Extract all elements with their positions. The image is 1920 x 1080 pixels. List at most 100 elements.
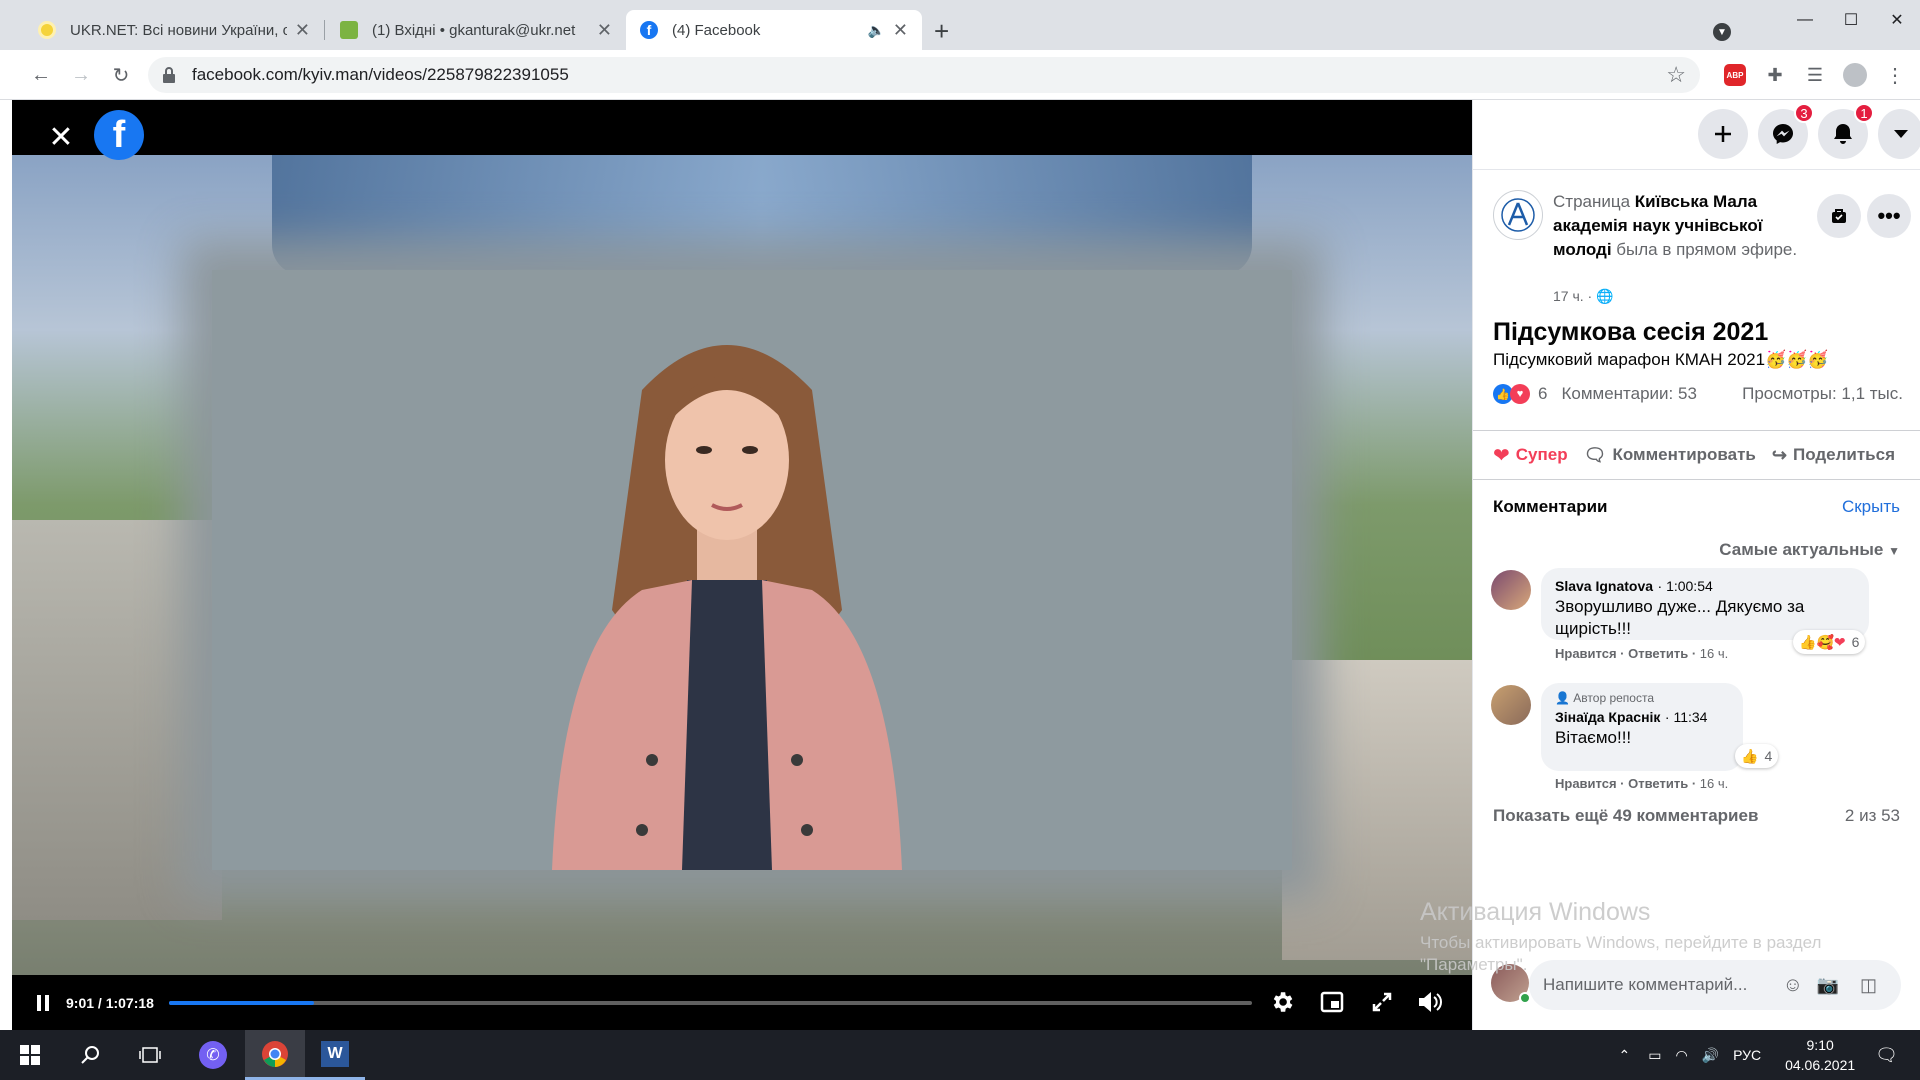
close-window-icon[interactable]: ✕ (1874, 0, 1920, 40)
settings-gear-icon[interactable] (1268, 988, 1296, 1016)
chrome-menu-icon[interactable]: ⋮ (1882, 62, 1908, 88)
comment-label: Комментировать (1612, 445, 1756, 464)
comment-timestamp[interactable]: 1:00:54 (1666, 578, 1713, 594)
post-time: 17 ч. · 🌐 (1553, 288, 1614, 305)
close-video-icon[interactable]: ✕ (44, 120, 78, 154)
reactions-count[interactable]: 6 (1538, 384, 1547, 404)
comments-count[interactable]: Комментарии: 53 (1561, 384, 1696, 404)
task-view-icon[interactable] (120, 1030, 180, 1080)
maximize-icon[interactable]: ☐ (1828, 0, 1874, 40)
avatar[interactable] (1491, 685, 1531, 725)
tab-search-icon[interactable]: ▼ (1713, 23, 1731, 41)
extensions-icon[interactable]: ✚ (1762, 62, 1788, 88)
comment-bubble: 👤 Автор репоста Зінаїда Краснік · 11:34 … (1541, 683, 1743, 771)
word-taskbar-icon[interactable]: W (305, 1030, 365, 1080)
video-player[interactable]: ✕ f 9:01 / 1:07:18 (12, 100, 1472, 1030)
camera-icon[interactable]: 📷 (1817, 975, 1839, 996)
profile-icon[interactable] (1842, 62, 1868, 88)
minimize-icon[interactable]: — (1782, 0, 1828, 40)
messenger-icon (1773, 124, 1793, 144)
speaker-icon[interactable]: 🔈 (867, 22, 884, 39)
comment-age[interactable]: 16 ч. (1700, 776, 1728, 791)
messenger-button[interactable]: 3 (1758, 103, 1814, 159)
media-control-icon[interactable]: ☰ (1802, 62, 1828, 88)
chevron-down-icon (1893, 130, 1908, 138)
notifications-button[interactable]: 1 (1818, 103, 1874, 159)
post-time-link[interactable]: 17 ч. · (1553, 288, 1596, 304)
mail-favicon (340, 21, 358, 39)
online-status-dot (1519, 992, 1531, 1004)
comment-reply-link[interactable]: Ответить (1628, 776, 1688, 791)
volume-icon[interactable] (1416, 988, 1444, 1016)
taskbar-clock[interactable]: 9:10 04.06.2021 (1775, 1035, 1865, 1075)
heart-icon: ❤ (1493, 444, 1510, 467)
facebook-logo[interactable]: f (94, 110, 144, 160)
comment-like-link[interactable]: Нравится (1555, 776, 1617, 791)
facebook-favicon: f (640, 21, 658, 39)
tray-chevron-icon[interactable]: ⌃ (1618, 1047, 1630, 1064)
back-icon[interactable]: ← (28, 62, 54, 88)
search-icon[interactable] (60, 1030, 120, 1080)
comment-reactions[interactable]: 👍 🥰 ❤ 6 (1793, 630, 1866, 654)
comment-author[interactable]: Slava Ignatova (1555, 578, 1653, 594)
avatar[interactable] (1491, 570, 1531, 610)
windows-taskbar: ✆ W ⌃ ▭ ◠ 🔊 РУС 9:10 04.06.2021 🗨 (0, 1030, 1920, 1080)
comment-age[interactable]: 16 ч. (1700, 646, 1728, 661)
tab-ukrnet[interactable]: UKR.NET: Всі новини України, ос ✕ (24, 10, 324, 50)
keyboard-language[interactable]: РУС (1733, 1047, 1761, 1063)
post-more-button[interactable]: ••• (1867, 194, 1911, 238)
close-tab-icon[interactable]: ✕ (597, 20, 612, 41)
wifi-icon[interactable]: ◠ (1675, 1047, 1687, 1064)
address-bar-row: ← → ↻ facebook.com/kyiv.man/videos/22587… (0, 50, 1920, 100)
sticker-icon[interactable]: ◫ (1860, 975, 1877, 996)
chrome-taskbar-icon[interactable] (245, 1030, 305, 1080)
show-more-comments-link[interactable]: Показать ещё 49 комментариев (1493, 806, 1758, 826)
speaker-icon[interactable]: 🔊 (1702, 1047, 1719, 1064)
comment-author[interactable]: Зінаїда Краснік (1555, 709, 1660, 725)
share-action-button[interactable]: ↪ Поделиться (1772, 445, 1895, 466)
close-tab-icon[interactable]: ✕ (295, 20, 310, 41)
header-divider (1473, 169, 1920, 170)
viber-icon[interactable]: ✆ (183, 1030, 243, 1080)
new-tab-button[interactable]: + (934, 16, 949, 47)
comment-reply-link[interactable]: Ответить (1628, 646, 1688, 661)
picture-in-picture-icon[interactable] (1318, 988, 1346, 1016)
notification-center-icon[interactable]: 🗨 (1875, 1045, 1898, 1066)
tab-mail[interactable]: (1) Вхідні • gkanturak@ukr.net ✕ (326, 10, 626, 50)
post-prefix: Страница (1553, 192, 1635, 211)
windows-start-icon[interactable] (0, 1030, 60, 1080)
love-action-button[interactable]: ❤ Супер (1493, 443, 1568, 468)
create-button[interactable] (1698, 109, 1748, 159)
comments-sort-dropdown[interactable]: Самые актуальные ▼ (1719, 540, 1900, 560)
close-tab-icon[interactable]: ✕ (893, 20, 908, 41)
comment-like-link[interactable]: Нравится (1555, 646, 1617, 661)
messenger-badge: 3 (1794, 103, 1814, 123)
comment-reactions[interactable]: 👍 4 (1735, 744, 1779, 768)
tab-separator (324, 20, 325, 40)
page-avatar[interactable] (1493, 190, 1543, 240)
battery-icon[interactable]: ▭ (1648, 1047, 1661, 1064)
tab-facebook[interactable]: f (4) Facebook 🔈 ✕ (626, 10, 922, 50)
comment-action-button[interactable]: 🗨 Комментировать (1584, 445, 1756, 466)
post-stats: 👍 ♥ 6 Комментарии: 53 Просмотры: 1,1 тыс… (1493, 384, 1903, 404)
fullscreen-icon[interactable] (1368, 988, 1396, 1016)
url-input[interactable]: facebook.com/kyiv.man/videos/22587982239… (148, 57, 1700, 93)
forward-icon[interactable]: → (68, 62, 94, 88)
adblock-plus-icon[interactable]: ABP (1722, 62, 1748, 88)
save-post-button[interactable] (1817, 194, 1861, 238)
reload-icon[interactable]: ↻ (108, 62, 134, 88)
love-reaction-icon: ♥ (1510, 384, 1530, 404)
emoji-icon[interactable]: ☺ (1783, 974, 1803, 997)
love-reaction-icon: ❤ (1833, 633, 1846, 650)
comments-shown-count: 2 из 53 (1844, 806, 1900, 825)
reaction-count: 4 (1764, 748, 1773, 764)
account-menu-button[interactable] (1878, 109, 1920, 159)
globe-icon: 🌐 (1596, 288, 1614, 304)
tab-title: (1) Вхідні • gkanturak@ukr.net (372, 21, 576, 39)
hide-comments-link[interactable]: Скрыть (1842, 497, 1900, 517)
bookmark-star-icon[interactable]: ☆ (1666, 62, 1686, 88)
pause-icon[interactable] (30, 990, 56, 1016)
video-progress-bar[interactable] (169, 1001, 1252, 1005)
comment-timestamp[interactable]: 11:34 (1673, 709, 1707, 725)
comment-input[interactable]: Напишите комментарий... ☺ 📷 ◫ (1529, 960, 1901, 1010)
